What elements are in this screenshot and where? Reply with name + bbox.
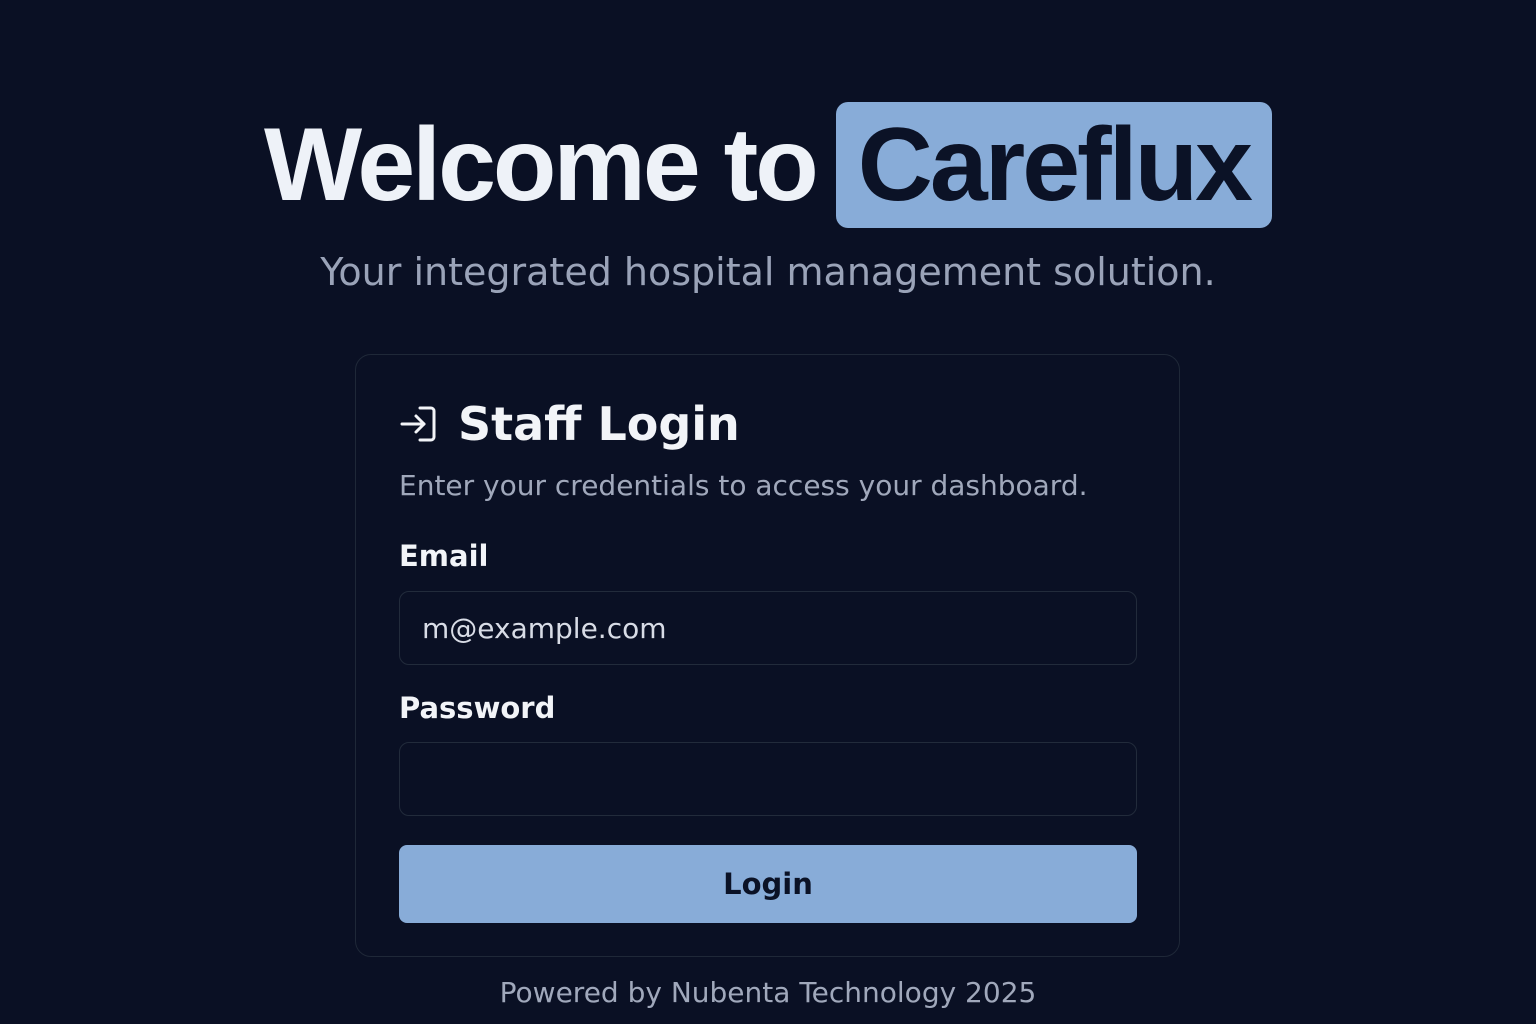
hero-subtitle: Your integrated hospital management solu… bbox=[320, 250, 1216, 294]
login-button[interactable]: Login bbox=[399, 845, 1137, 923]
login-page: Welcome to Careflux Your integrated hosp… bbox=[0, 0, 1536, 1024]
login-card-title: Staff Login bbox=[458, 397, 740, 451]
login-card: Staff Login Enter your credentials to ac… bbox=[355, 354, 1180, 957]
brand-name-badge: Careflux bbox=[835, 102, 1272, 228]
login-card-header: Staff Login bbox=[398, 397, 740, 451]
login-arrow-icon bbox=[398, 403, 440, 445]
hero-title: Welcome to Careflux bbox=[0, 100, 1536, 230]
password-field[interactable] bbox=[399, 742, 1137, 816]
email-label: Email bbox=[399, 539, 489, 573]
email-field[interactable] bbox=[399, 591, 1137, 665]
footer-credit: Powered by Nubenta Technology 2025 bbox=[499, 976, 1037, 1009]
hero-title-prefix: Welcome to bbox=[264, 106, 819, 223]
password-label: Password bbox=[399, 691, 556, 725]
login-card-description: Enter your credentials to access your da… bbox=[399, 469, 1088, 502]
